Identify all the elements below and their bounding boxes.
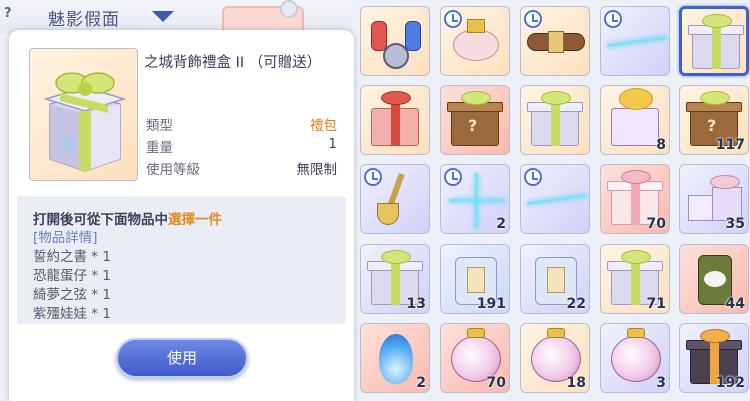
- inventory-slot[interactable]: ? 117: [679, 85, 749, 155]
- inventory-slot[interactable]: [440, 6, 510, 76]
- description-line: 打開後可從下面物品中選擇一件: [33, 212, 222, 228]
- inventory-slot[interactable]: 70: [600, 164, 670, 234]
- clock-icon: [364, 168, 382, 186]
- type-value: 禮包: [310, 118, 337, 134]
- clock-icon: [444, 10, 462, 28]
- help-button[interactable]: ?: [4, 6, 18, 24]
- clock-icon: [444, 168, 462, 186]
- item-tooltip-panel: 之城背飾禮盒 II （可贈送） 類型 禮包 重量 1 使用等級 無限制 打開後可…: [9, 30, 354, 401]
- inventory-slot[interactable]: ?: [440, 85, 510, 155]
- item-count: 18: [566, 375, 586, 391]
- inventory-slot[interactable]: 13: [360, 244, 430, 314]
- inventory-slot[interactable]: [360, 164, 430, 234]
- inventory-slot[interactable]: 71: [600, 244, 670, 314]
- item-thumbnail: [29, 48, 138, 181]
- item-count: 2: [416, 375, 426, 391]
- clock-icon: [604, 10, 622, 28]
- content-item: 紫殭娃娃 * 1: [33, 306, 111, 322]
- gift-box-icon: [521, 86, 589, 154]
- inventory-slot[interactable]: 18: [520, 323, 590, 393]
- item-count: 13: [406, 296, 426, 312]
- red-gift-bag-icon: [361, 86, 429, 154]
- use-button[interactable]: 使用: [116, 338, 248, 378]
- item-details-tag: [物品詳情]: [33, 230, 98, 246]
- item-count: 71: [646, 296, 666, 312]
- item-count: 44: [725, 296, 745, 312]
- inventory-slot[interactable]: [679, 6, 749, 76]
- inventory-slot[interactable]: 22: [520, 244, 590, 314]
- inventory-grid: ? 8 ? 117 2 70 35 13 191 22 71 44 2 70 18 3 192: [356, 4, 750, 401]
- weight-value: 1: [328, 136, 337, 152]
- item-count: 192: [715, 375, 745, 391]
- type-label: 類型: [146, 118, 173, 134]
- item-count: 70: [646, 216, 666, 232]
- use-level-value: 無限制: [296, 162, 338, 178]
- item-name: 之城背飾禮盒 II （可贈送）: [144, 55, 322, 71]
- item-count: 8: [656, 137, 666, 153]
- item-count: 3: [656, 375, 666, 391]
- item-count: 191: [476, 296, 506, 312]
- inventory-slot[interactable]: [360, 6, 430, 76]
- gift-box-icon: [682, 9, 746, 73]
- dropdown-arrow-icon[interactable]: [152, 11, 174, 22]
- clock-icon: [524, 10, 542, 28]
- inventory-slot[interactable]: 70: [440, 323, 510, 393]
- item-count: 22: [566, 296, 586, 312]
- potion-set-icon: [361, 7, 429, 75]
- inventory-slot[interactable]: 44: [679, 244, 749, 314]
- category-title[interactable]: 魅影假面: [48, 5, 120, 30]
- inventory-slot[interactable]: 3: [600, 323, 670, 393]
- mystery-box-icon: ?: [441, 86, 509, 154]
- inventory-slot[interactable]: 2: [440, 164, 510, 234]
- content-item: 恐龍蛋仔 * 1: [33, 268, 111, 284]
- inventory-slot[interactable]: [520, 6, 590, 76]
- content-item: 誓約之書 * 1: [33, 249, 111, 265]
- item-description: 打開後可從下面物品中選擇一件 [物品詳情] 誓約之書 * 1 恐龍蛋仔 * 1 …: [17, 196, 346, 324]
- weight-label: 重量: [146, 140, 173, 156]
- clock-icon: [524, 168, 542, 186]
- inventory-slot[interactable]: 191: [440, 244, 510, 314]
- item-count: 70: [486, 375, 506, 391]
- inventory-slot[interactable]: 2: [360, 323, 430, 393]
- content-item: 綺夢之弦 * 1: [33, 287, 111, 303]
- item-count: 2: [496, 216, 506, 232]
- item-count: 117: [715, 137, 745, 153]
- inventory-slot[interactable]: [600, 6, 670, 76]
- inventory-slot[interactable]: 35: [679, 164, 749, 234]
- inventory-slot[interactable]: 192: [679, 323, 749, 393]
- bell-icon: [280, 0, 298, 18]
- inventory-slot[interactable]: 8: [600, 85, 670, 155]
- inventory-slot[interactable]: [360, 85, 430, 155]
- inventory-slot[interactable]: [520, 85, 590, 155]
- gift-box-icon: [43, 72, 127, 172]
- item-count: 35: [725, 216, 745, 232]
- inventory-slot[interactable]: [520, 164, 590, 234]
- use-level-label: 使用等級: [146, 162, 200, 178]
- top-bar: ? 魅影假面: [0, 0, 352, 36]
